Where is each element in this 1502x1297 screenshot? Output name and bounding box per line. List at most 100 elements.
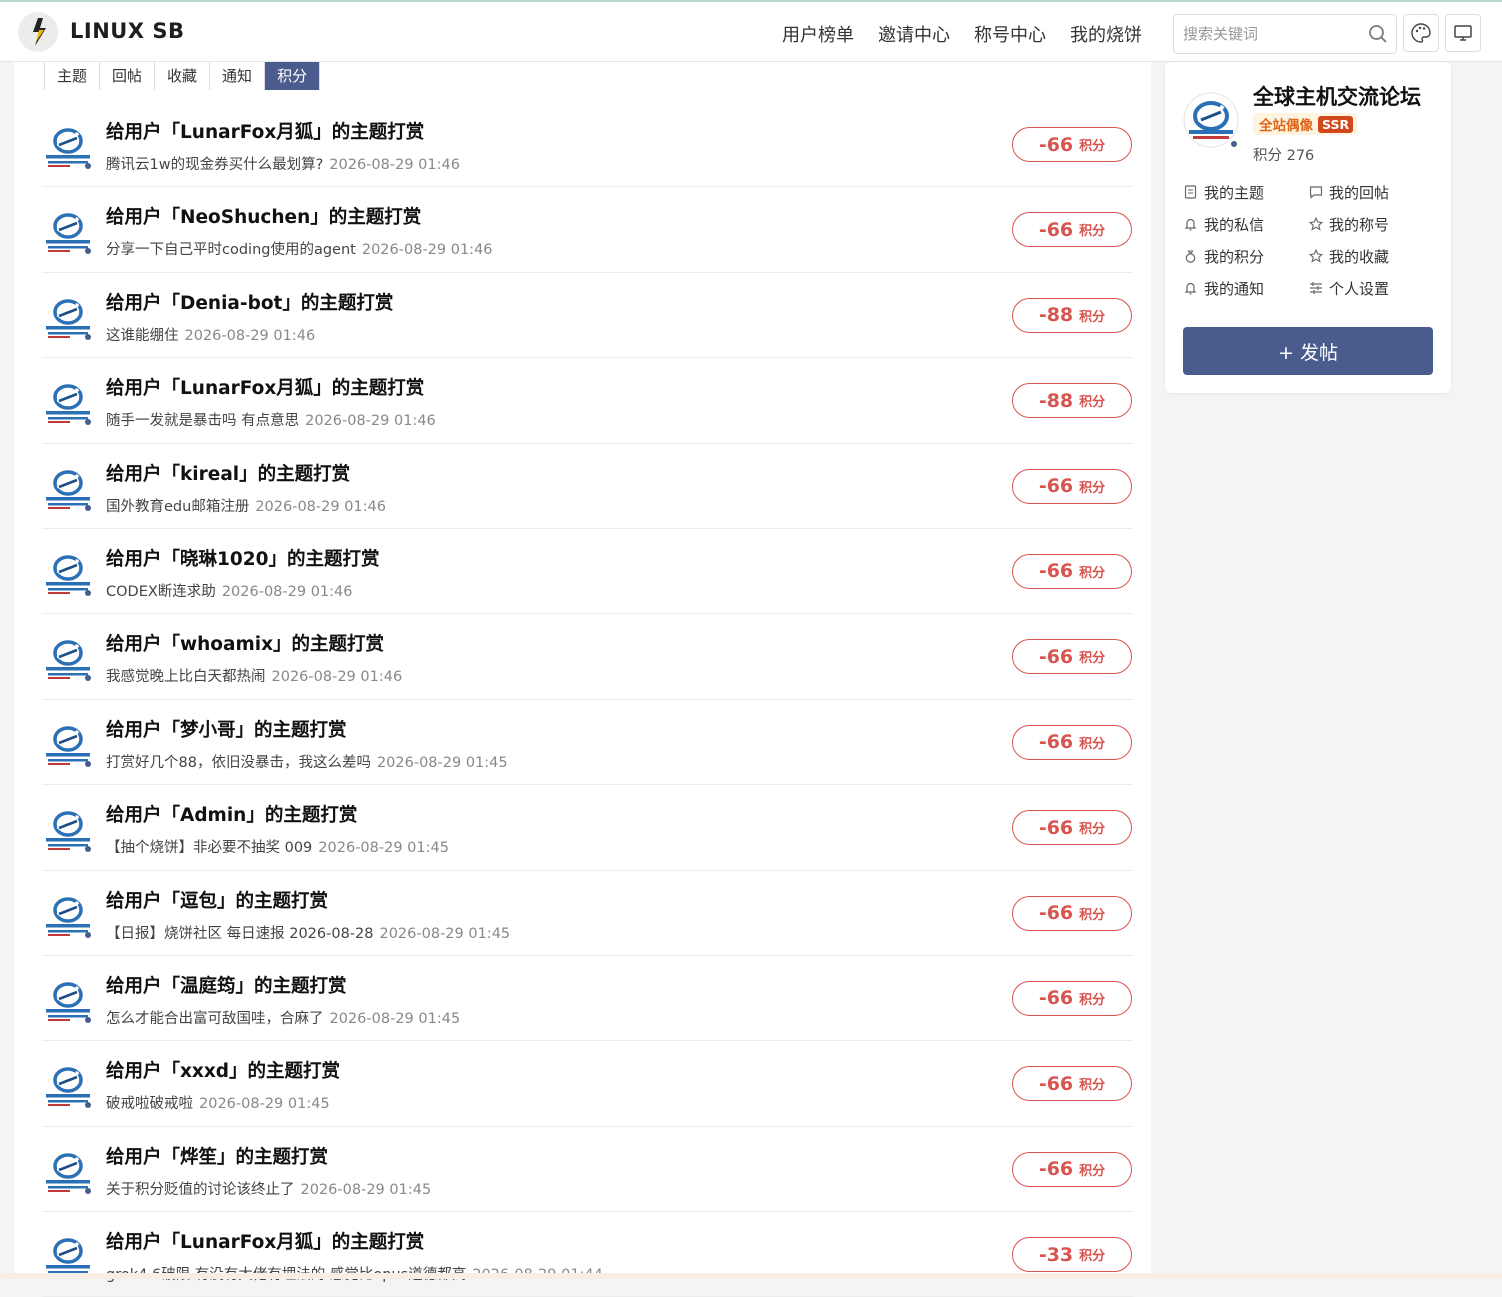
list-item[interactable]: 给用户「LunarFox月狐」的主题打赏 grok4.6破限 有没有大佬有埋法的… xyxy=(42,1212,1133,1297)
topic-link[interactable]: CODEX断连求助 xyxy=(106,584,216,600)
topic-link[interactable]: 关于积分贬值的讨论该终止了 xyxy=(106,1182,295,1198)
tab-points[interactable]: 积分 xyxy=(265,62,320,90)
site-logo[interactable] xyxy=(18,12,58,52)
tab-replies[interactable]: 回帖 xyxy=(100,62,156,90)
new-post-button[interactable]: + 发帖 xyxy=(1183,327,1433,375)
user-menu-item[interactable]: 我的积分 xyxy=(1183,246,1308,266)
list-item[interactable]: 给用户「kireal」的主题打赏 国外教育edu邮箱注册 2026-08-29 0… xyxy=(42,444,1133,529)
timestamp: 2026-08-29 01:46 xyxy=(329,157,460,173)
tab-favorites[interactable]: 收藏 xyxy=(155,62,211,90)
topic-link[interactable]: 国外教育edu邮箱注册 xyxy=(106,499,249,515)
points-unit: 积分 xyxy=(1079,907,1106,923)
topic-link[interactable]: 【日报】烧饼社区 每日速报 2026-08-28 xyxy=(106,926,373,942)
record-title[interactable]: 给用户「Denia-bot」的主题打赏 xyxy=(106,289,393,315)
user-menu-item[interactable]: 我的收藏 xyxy=(1308,246,1433,266)
topic-link[interactable]: 这谁能绷住 xyxy=(106,328,179,344)
avatar[interactable] xyxy=(44,721,92,769)
topic-link[interactable]: 破戒啦破戒啦 xyxy=(106,1096,193,1112)
timestamp: 2026-08-29 01:45 xyxy=(376,754,508,771)
points-record-list: 给用户「LunarFox月狐」的主题打赏 腾讯云1w的现金券买什么最划算? 202… xyxy=(42,102,1133,1297)
topic-link[interactable]: 打赏好几个88，依旧没暴击，我这么差吗 xyxy=(106,755,371,771)
monitor-icon xyxy=(1454,25,1472,41)
record-title[interactable]: 给用户「烨笙」的主题打赏 xyxy=(106,1143,328,1169)
tab-topics[interactable]: 主题 xyxy=(45,62,101,90)
list-item[interactable]: 给用户「晓琳1020」的主题打赏 CODEX断连求助 2026-08-29 01:… xyxy=(42,529,1133,615)
lightning-icon xyxy=(33,18,46,46)
record-title[interactable]: 给用户「Admin」的主题打赏 xyxy=(106,801,357,827)
theme-button[interactable] xyxy=(1403,14,1439,52)
record-subline: 【抽个烧饼】非必要不抽奖 009 2026-08-29 01:45 xyxy=(106,836,449,857)
user-menu-item[interactable]: 我的通知 xyxy=(1183,278,1308,298)
avatar[interactable] xyxy=(44,379,92,427)
record-title[interactable]: 给用户「xxxd」的主题打赏 xyxy=(106,1057,340,1083)
topic-link[interactable]: 分享一下自己平时coding使用的agent xyxy=(106,242,356,258)
username[interactable]: 全球主机交流论坛 xyxy=(1253,81,1421,111)
nav-user-ranking[interactable]: 用户榜单 xyxy=(782,21,854,47)
points-change-badge: -66 积分 xyxy=(1012,127,1132,162)
nav-my-shaobing[interactable]: 我的烧饼 xyxy=(1070,21,1142,47)
nav-title-center[interactable]: 称号中心 xyxy=(974,21,1046,47)
avatar[interactable] xyxy=(44,550,92,598)
topic-link[interactable]: 怎么才能合出富可敌国哇，合麻了 xyxy=(106,1011,324,1027)
timestamp: 2026-08-29 01:45 xyxy=(329,1010,461,1027)
user-menu-item[interactable]: 我的回帖 xyxy=(1308,182,1433,202)
site-brand[interactable]: LINUX SB xyxy=(70,19,184,43)
avatar[interactable] xyxy=(44,294,92,342)
list-item[interactable]: 给用户「LunarFox月狐」的主题打赏 腾讯云1w的现金券买什么最划算? 202… xyxy=(42,102,1133,188)
record-title[interactable]: 给用户「温庭筠」的主题打赏 xyxy=(106,972,347,998)
avatar[interactable] xyxy=(44,1062,92,1110)
search-icon[interactable] xyxy=(1368,24,1388,44)
avatar[interactable] xyxy=(44,465,92,513)
list-item[interactable]: 给用户「xxxd」的主题打赏 破戒啦破戒啦 2026-08-29 01:45 -6… xyxy=(42,1041,1133,1127)
avatar[interactable] xyxy=(44,635,92,683)
avatar[interactable] xyxy=(44,806,92,854)
avatar[interactable] xyxy=(44,208,92,256)
list-item[interactable]: 给用户「Denia-bot」的主题打赏 这谁能绷住 2026-08-29 01:4… xyxy=(42,273,1133,359)
record-title[interactable]: 给用户「whoamix」的主题打赏 xyxy=(106,630,384,656)
points-value: -66 xyxy=(1038,731,1074,754)
record-title[interactable]: 给用户「梦小哥」的主题打赏 xyxy=(106,716,347,742)
user-card: 全球主机交流论坛 全站偶像 SSR 积分 276 我的主题 我的回帖 我的私信 我的称… xyxy=(1165,62,1451,393)
user-menu-label: 个人设置 xyxy=(1329,279,1390,298)
record-title[interactable]: 给用户「LunarFox月狐」的主题打赏 xyxy=(106,374,424,400)
record-title[interactable]: 给用户「LunarFox月狐」的主题打赏 xyxy=(106,1228,424,1254)
list-item[interactable]: 给用户「LunarFox月狐」的主题打赏 随手一发就是暴击吗 有点意思 2026-… xyxy=(42,358,1133,444)
record-subline: 这谁能绷住 2026-08-29 01:46 xyxy=(106,324,315,345)
points-value: -66 xyxy=(1038,475,1074,498)
list-item[interactable]: 给用户「whoamix」的主题打赏 我感觉晚上比白天都热闹 2026-08-29 … xyxy=(42,614,1133,700)
record-title[interactable]: 给用户「kireal」的主题打赏 xyxy=(106,460,350,486)
list-item[interactable]: 给用户「梦小哥」的主题打赏 打赏好几个88，依旧没暴击，我这么差吗 2026-08… xyxy=(42,700,1133,786)
list-item[interactable]: 给用户「逗包」的主题打赏 【日报】烧饼社区 每日速报 2026-08-28 202… xyxy=(42,871,1133,956)
topic-link[interactable]: 我感觉晚上比白天都热闹 xyxy=(106,669,266,685)
user-menu-label: 我的收藏 xyxy=(1329,247,1390,266)
list-item[interactable]: 给用户「NeoShuchen」的主题打赏 分享一下自己平时coding使用的ag… xyxy=(42,187,1133,273)
topic-link[interactable]: 腾讯云1w的现金券买什么最划算? xyxy=(106,157,323,173)
avatar[interactable] xyxy=(44,123,92,171)
points-value: -66 xyxy=(1038,645,1074,668)
user-menu-item[interactable]: 个人设置 xyxy=(1308,278,1433,298)
topic-link[interactable]: 随手一发就是暴击吗 有点意思 xyxy=(106,413,299,429)
user-menu-item[interactable]: 我的私信 xyxy=(1183,214,1308,234)
record-subline: CODEX断连求助 2026-08-29 01:46 xyxy=(106,580,352,601)
tab-notifications[interactable]: 通知 xyxy=(210,62,266,90)
user-menu-item[interactable]: 我的主题 xyxy=(1183,182,1308,202)
display-button[interactable] xyxy=(1445,14,1481,52)
record-title[interactable]: 给用户「晓琳1020」的主题打赏 xyxy=(106,545,380,571)
record-title[interactable]: 给用户「逗包」的主题打赏 xyxy=(106,887,328,913)
record-title[interactable]: 给用户「NeoShuchen」的主题打赏 xyxy=(106,203,421,229)
nav-invite-center[interactable]: 邀请中心 xyxy=(878,21,950,47)
search-input[interactable] xyxy=(1183,23,1363,45)
record-title[interactable]: 给用户「LunarFox月狐」的主题打赏 xyxy=(106,118,424,144)
avatar[interactable] xyxy=(44,892,92,940)
user-menu-label: 我的回帖 xyxy=(1329,183,1390,202)
points-change-badge: -33 积分 xyxy=(1012,1237,1132,1273)
list-item[interactable]: 给用户「温庭筠」的主题打赏 怎么才能合出富可敌国哇，合麻了 2026-08-29 … xyxy=(42,956,1133,1042)
user-menu-item[interactable]: 我的称号 xyxy=(1308,214,1433,234)
points-unit: 积分 xyxy=(1079,1078,1106,1094)
points-change-badge: -66 积分 xyxy=(1012,724,1132,760)
avatar[interactable] xyxy=(44,1148,92,1196)
avatar[interactable] xyxy=(44,977,92,1025)
list-item[interactable]: 给用户「Admin」的主题打赏 【抽个烧饼】非必要不抽奖 009 2026-08-… xyxy=(42,785,1133,871)
topic-link[interactable]: 【抽个烧饼】非必要不抽奖 009 xyxy=(106,840,312,856)
list-item[interactable]: 给用户「烨笙」的主题打赏 关于积分贬值的讨论该终止了 2026-08-29 01:… xyxy=(42,1127,1133,1213)
